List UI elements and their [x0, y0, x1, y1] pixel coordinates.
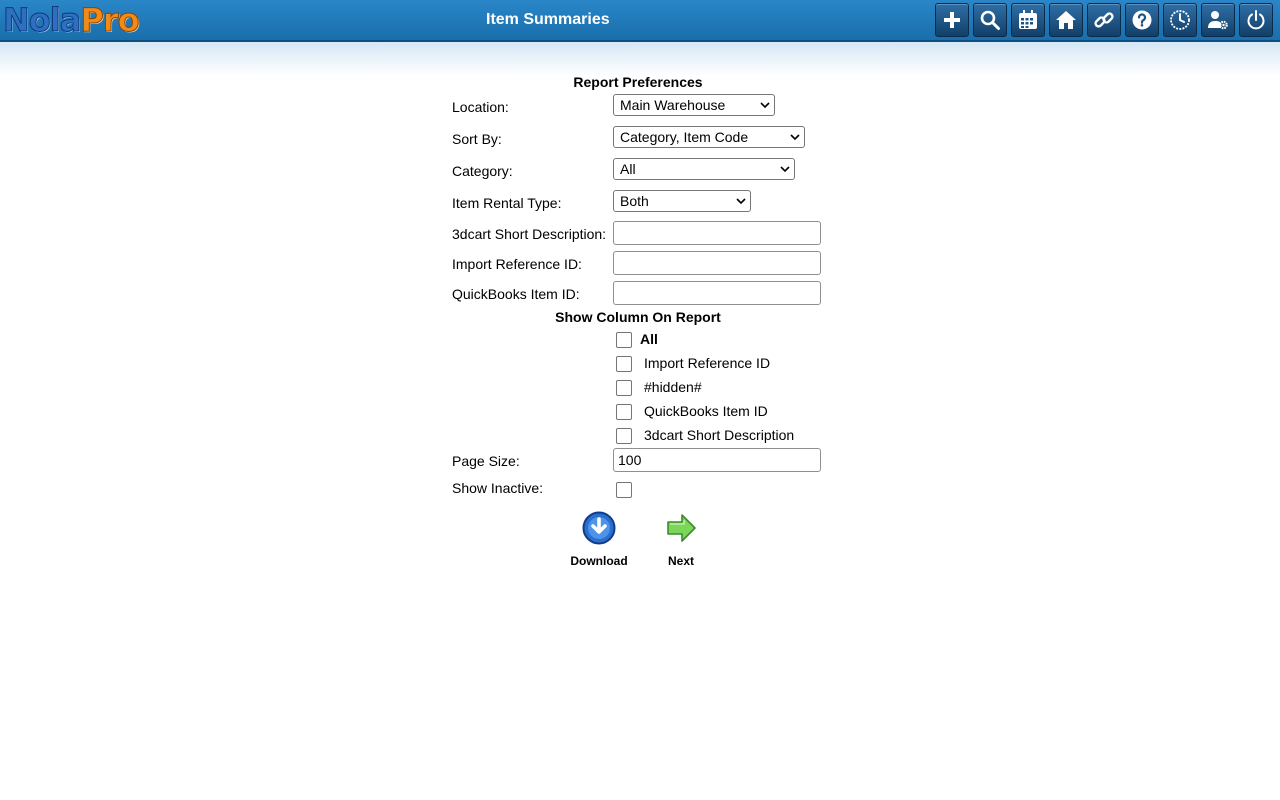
user-settings-icon — [1208, 11, 1228, 30]
header-gradient-band — [0, 42, 1280, 76]
import-reference-input[interactable] — [613, 251, 821, 275]
report-preferences-title: Report Preferences — [573, 74, 703, 90]
rental-type-label: Item Rental Type: — [452, 195, 562, 211]
column-quickbooks-label: QuickBooks Item ID — [644, 403, 768, 419]
short-description-label: 3dcart Short Description: — [452, 226, 607, 242]
download-arrow-icon — [582, 511, 616, 545]
rental-type-value: Both — [620, 193, 649, 209]
location-label: Location: — [452, 99, 509, 115]
page-size-label: Page Size: — [452, 453, 520, 469]
help-button[interactable] — [1125, 3, 1159, 37]
nolapro-logo[interactable]: NolaPro — [2, 1, 140, 40]
logo-part1: Nola — [2, 1, 81, 40]
chevron-down-icon — [780, 166, 790, 173]
column-hidden-label: #hidden# — [644, 379, 702, 395]
column-all-checkbox[interactable] — [616, 332, 632, 348]
search-icon — [980, 10, 1000, 30]
help-icon — [1132, 10, 1152, 30]
sort-by-value: Category, Item Code — [620, 129, 749, 145]
next-button[interactable]: Next — [656, 511, 706, 568]
quickbooks-item-input[interactable] — [613, 281, 821, 305]
add-icon — [944, 12, 960, 28]
category-select[interactable]: All — [613, 158, 795, 180]
user-settings-button[interactable] — [1201, 3, 1235, 37]
sort-by-select[interactable]: Category, Item Code — [613, 126, 805, 148]
column-hidden-checkbox[interactable] — [616, 380, 632, 396]
show-column-title: Show Column On Report — [555, 309, 721, 325]
download-label: Download — [570, 554, 628, 568]
chevron-down-icon — [760, 102, 770, 109]
right-arrow-icon — [667, 514, 696, 542]
column-short-description-checkbox[interactable] — [616, 428, 632, 444]
home-button[interactable] — [1049, 3, 1083, 37]
sort-by-label: Sort By: — [452, 131, 502, 147]
column-quickbooks-checkbox[interactable] — [616, 404, 632, 420]
location-select[interactable]: Main Warehouse — [613, 94, 775, 116]
add-button[interactable] — [935, 3, 969, 37]
clock-icon — [1170, 10, 1190, 30]
search-button[interactable] — [973, 3, 1007, 37]
column-import-reference-label: Import Reference ID — [644, 355, 771, 371]
app-header: NolaPro Item Summaries — [0, 0, 1280, 42]
home-icon — [1056, 11, 1076, 29]
category-value: All — [620, 161, 636, 177]
column-all-label: All — [640, 331, 658, 347]
chevron-down-icon — [736, 198, 746, 205]
logo-part2: Pro — [80, 1, 140, 40]
page-title: Item Summaries — [486, 11, 610, 28]
download-button[interactable]: Download — [564, 511, 634, 568]
category-label: Category: — [452, 163, 513, 179]
calendar-icon — [1019, 10, 1037, 29]
page-size-input[interactable]: 100 — [613, 448, 821, 472]
recent-button[interactable] — [1163, 3, 1197, 37]
power-icon — [1247, 10, 1265, 30]
short-description-input[interactable] — [613, 221, 821, 245]
rental-type-select[interactable]: Both — [613, 190, 751, 212]
link-icon — [1094, 12, 1114, 28]
show-inactive-label: Show Inactive: — [452, 480, 544, 496]
column-short-description-label: 3dcart Short Description — [644, 427, 795, 443]
import-reference-label: Import Reference ID: — [452, 256, 582, 272]
calendar-button[interactable] — [1011, 3, 1045, 37]
logout-button[interactable] — [1239, 3, 1273, 37]
quickbooks-item-label: QuickBooks Item ID: — [452, 286, 580, 302]
column-import-reference-checkbox[interactable] — [616, 356, 632, 372]
next-label: Next — [667, 554, 694, 568]
show-inactive-checkbox[interactable] — [616, 482, 632, 498]
chevron-down-icon — [790, 134, 800, 141]
location-value: Main Warehouse — [620, 97, 726, 113]
link-button[interactable] — [1087, 3, 1121, 37]
